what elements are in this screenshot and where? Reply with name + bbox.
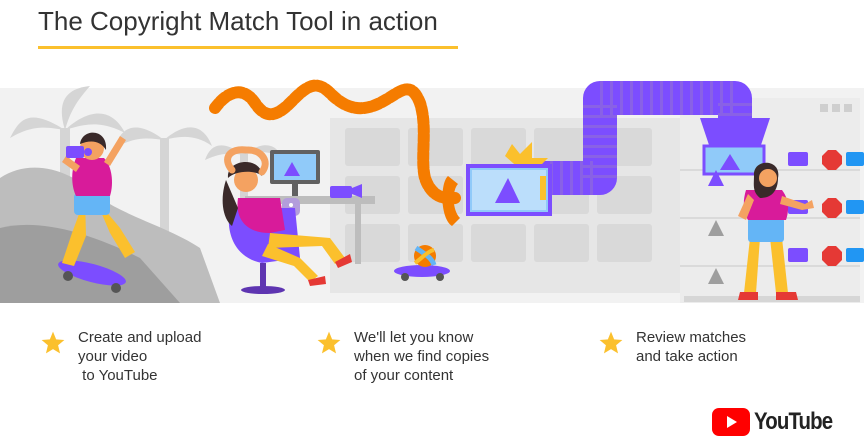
step-upload: Create and upload your video to YouTube — [40, 328, 201, 385]
star-icon — [41, 331, 65, 354]
page-title: The Copyright Match Tool in action — [38, 6, 438, 36]
youtube-logo: YouTube — [712, 408, 846, 436]
copyright-match-illustration — [0, 79, 864, 303]
youtube-play-icon — [712, 408, 750, 436]
step-review: Review matches and take action — [598, 328, 746, 366]
step-text: Create and upload your video to YouTube — [78, 329, 202, 384]
step-text: We'll let you know when we find copies o… — [354, 329, 490, 384]
star-icon — [317, 331, 341, 354]
title-underline — [38, 46, 458, 49]
step-text: Review matches and take action — [636, 329, 747, 365]
star-icon — [599, 331, 623, 354]
step-notify: We'll let you know when we find copies o… — [316, 328, 489, 385]
youtube-wordmark: YouTube — [754, 408, 833, 435]
